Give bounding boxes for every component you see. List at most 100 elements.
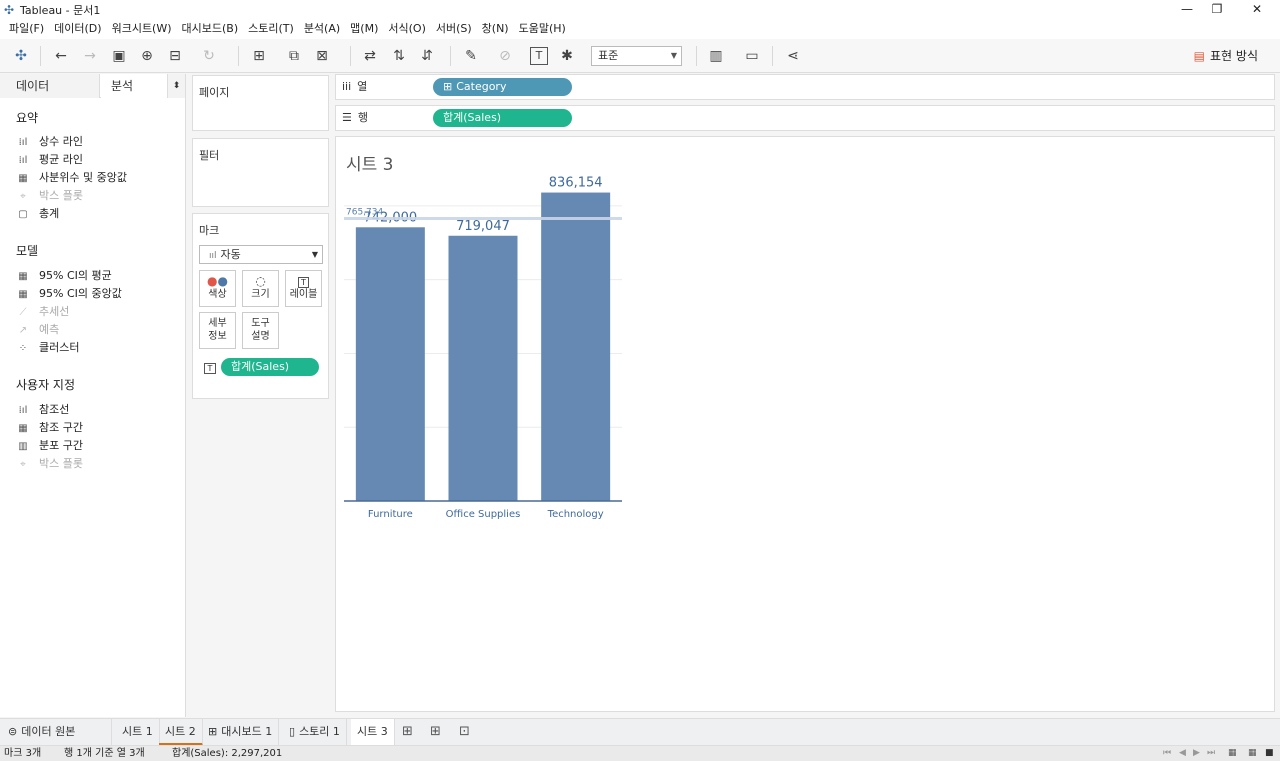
analytics-item-totals[interactable]: ▢ 총계 (16, 205, 59, 222)
size-button[interactable]: ◌ 크기 (242, 270, 279, 307)
tab-sheet-3[interactable]: 시트 3 (351, 719, 395, 746)
save-icon[interactable]: ▣ (110, 46, 128, 66)
first-sheet-icon[interactable]: ⏮ (1163, 746, 1171, 761)
columns-label-text: 열 (357, 80, 368, 93)
analytics-item-reference-line[interactable]: ⁞ıl 참조선 (16, 401, 70, 418)
analytics-item-ci-median[interactable]: ▦ 95% CI의 중앙값 (16, 285, 122, 302)
tab-dashboard-1[interactable]: ⊞ 대시보드 1 (202, 719, 280, 746)
analytics-item-forecast: ↗ 예측 (16, 321, 59, 338)
item-label: 평균 라인 (39, 153, 83, 166)
menu-story[interactable]: 스토리(T) (243, 19, 299, 39)
share-icon[interactable]: ⋖ (784, 46, 802, 66)
refresh-icon[interactable]: ↻ (200, 46, 218, 66)
show-me-button[interactable]: ▤ 표현 방식 (1194, 47, 1258, 64)
menu-dashboard[interactable]: 대시보드(B) (177, 19, 244, 39)
analytics-item-average-line[interactable]: ⁞ıl 평균 라인 (16, 151, 83, 168)
x-tick-label: Technology (547, 509, 604, 520)
highlight-icon[interactable]: ✎ (462, 46, 480, 66)
item-label: 분포 구간 (39, 439, 83, 452)
tab-label: 스토리 1 (299, 725, 340, 738)
chevron-down-icon: ▼ (311, 250, 318, 259)
menu-server[interactable]: 서버(S) (431, 19, 477, 39)
status-marks: 마크 3개 (4, 748, 42, 759)
detail-button[interactable]: 세부 정보 (199, 312, 236, 349)
item-label: 사분위수 및 중앙값 (39, 171, 127, 184)
color-button[interactable]: ●● 색상 (199, 270, 236, 307)
redo-icon[interactable]: → (81, 46, 99, 66)
mark-type-select[interactable]: ııl 자동 ▼ (199, 245, 323, 264)
maximize-button[interactable]: ❐ (1197, 0, 1237, 19)
filters-card[interactable]: 필터 (192, 138, 329, 207)
rows-sales-pill[interactable]: 합계(Sales) (433, 109, 572, 127)
bar[interactable] (448, 235, 518, 501)
tab-story-1[interactable]: ▯ 스토리 1 (283, 719, 347, 746)
sort-ascending-icon[interactable]: ⇅ (390, 46, 408, 66)
presentation-mode-icon[interactable]: ▭ (743, 46, 761, 66)
close-button[interactable]: ✕ (1237, 0, 1277, 19)
tooltip-button[interactable]: 도구 설명 (242, 312, 279, 349)
color-label: 색상 (208, 289, 227, 300)
new-worksheet-icon[interactable]: ⊞ (250, 46, 268, 66)
analytics-item-reference-band[interactable]: ▦ 참조 구간 (16, 419, 83, 436)
average-line-icon: ⁞ıl (18, 155, 28, 166)
bar[interactable] (355, 227, 425, 501)
fix-axes-icon[interactable]: ✱ (558, 46, 576, 66)
analytics-item-cluster[interactable]: ⁘ 클러스터 (16, 339, 80, 356)
pages-card[interactable]: 페이지 (192, 75, 329, 131)
tab-sheet-1[interactable]: 시트 1 (116, 719, 160, 746)
chevron-down-icon: ▼ (670, 51, 677, 60)
marks-sales-pill[interactable]: 합계(Sales) (221, 358, 319, 376)
show-sheet-sorter-icon[interactable]: ■ (1265, 746, 1274, 761)
tab-data-source[interactable]: ⊜ 데이터 원본 (0, 719, 112, 746)
tab-analytics[interactable]: 분석 (101, 74, 167, 98)
menu-file[interactable]: 파일(F) (4, 19, 49, 39)
show-mark-labels-icon[interactable]: T (530, 47, 548, 65)
columns-icon: iii (342, 80, 352, 93)
menu-worksheet[interactable]: 워크시트(W) (107, 19, 177, 39)
item-label: 참조 구간 (39, 421, 83, 434)
swap-rows-columns-icon[interactable]: ⇄ (361, 46, 379, 66)
menu-map[interactable]: 맵(M) (345, 19, 383, 39)
new-story-icon[interactable]: ⊡ (459, 724, 470, 739)
analytics-item-constant-line[interactable]: ⁞ıl 상수 라인 (16, 133, 83, 150)
label-button[interactable]: T 레이블 (285, 270, 322, 307)
cards-icon[interactable]: ▥ (707, 46, 725, 66)
pane-menu-icon[interactable]: ⬍ (167, 74, 185, 98)
prev-sheet-icon[interactable]: ◀ (1179, 746, 1186, 761)
undo-icon[interactable]: ← (52, 46, 70, 66)
category-pill[interactable]: ⊞ Category (433, 78, 572, 96)
bar[interactable] (541, 192, 611, 502)
tab-sheet-2[interactable]: 시트 2 (159, 719, 203, 746)
next-sheet-icon[interactable]: ▶ (1193, 746, 1200, 761)
bar-chart[interactable]: 742,000Furniture719,047Office Supplies83… (336, 137, 636, 537)
tab-data[interactable]: 데이터 (0, 74, 100, 98)
show-tabs-icon[interactable]: ▦ (1248, 746, 1257, 761)
clear-sheet-icon[interactable]: ⊠ (313, 46, 331, 66)
menu-help[interactable]: 도움말(H) (514, 19, 571, 39)
new-data-source-icon[interactable]: ⊕ (138, 46, 156, 66)
new-worksheet-icon[interactable]: ⊞ (402, 724, 413, 739)
last-sheet-icon[interactable]: ⏭ (1207, 746, 1215, 761)
data-label: 836,154 (549, 176, 603, 191)
menu-window[interactable]: 창(N) (477, 19, 514, 39)
analytics-item-ci-mean[interactable]: ▦ 95% CI의 평균 (16, 267, 111, 284)
show-me-icon: ▤ (1193, 49, 1206, 63)
tableau-home-icon[interactable]: ✣ (12, 46, 30, 66)
group-members-icon[interactable]: ⊘ (496, 46, 514, 66)
box-plot-icon: ⌖ (20, 459, 26, 470)
duplicate-sheet-icon[interactable]: ⧉ (285, 46, 303, 66)
analytics-item-distribution-band[interactable]: ▥ 분포 구간 (16, 437, 83, 454)
fit-select[interactable]: 표준 ▼ (591, 46, 682, 66)
sort-descending-icon[interactable]: ⇵ (418, 46, 436, 66)
pause-updates-icon[interactable]: ⊟ (166, 46, 184, 66)
filters-card-title: 필터 (199, 149, 220, 162)
menu-analysis[interactable]: 분석(A) (299, 19, 345, 39)
bar-chart-icon: ııl (209, 251, 217, 261)
tab-label: 대시보드 1 (221, 725, 273, 738)
new-dashboard-icon[interactable]: ⊞ (430, 724, 441, 739)
analytics-item-quartile[interactable]: ▦ 사분위수 및 중앙값 (16, 169, 127, 186)
menu-format[interactable]: 서식(O) (383, 19, 430, 39)
size-icon: ◌ (255, 274, 266, 288)
menu-data[interactable]: 데이터(D) (49, 19, 106, 39)
show-filmstrip-icon[interactable]: ▦ (1228, 746, 1237, 761)
